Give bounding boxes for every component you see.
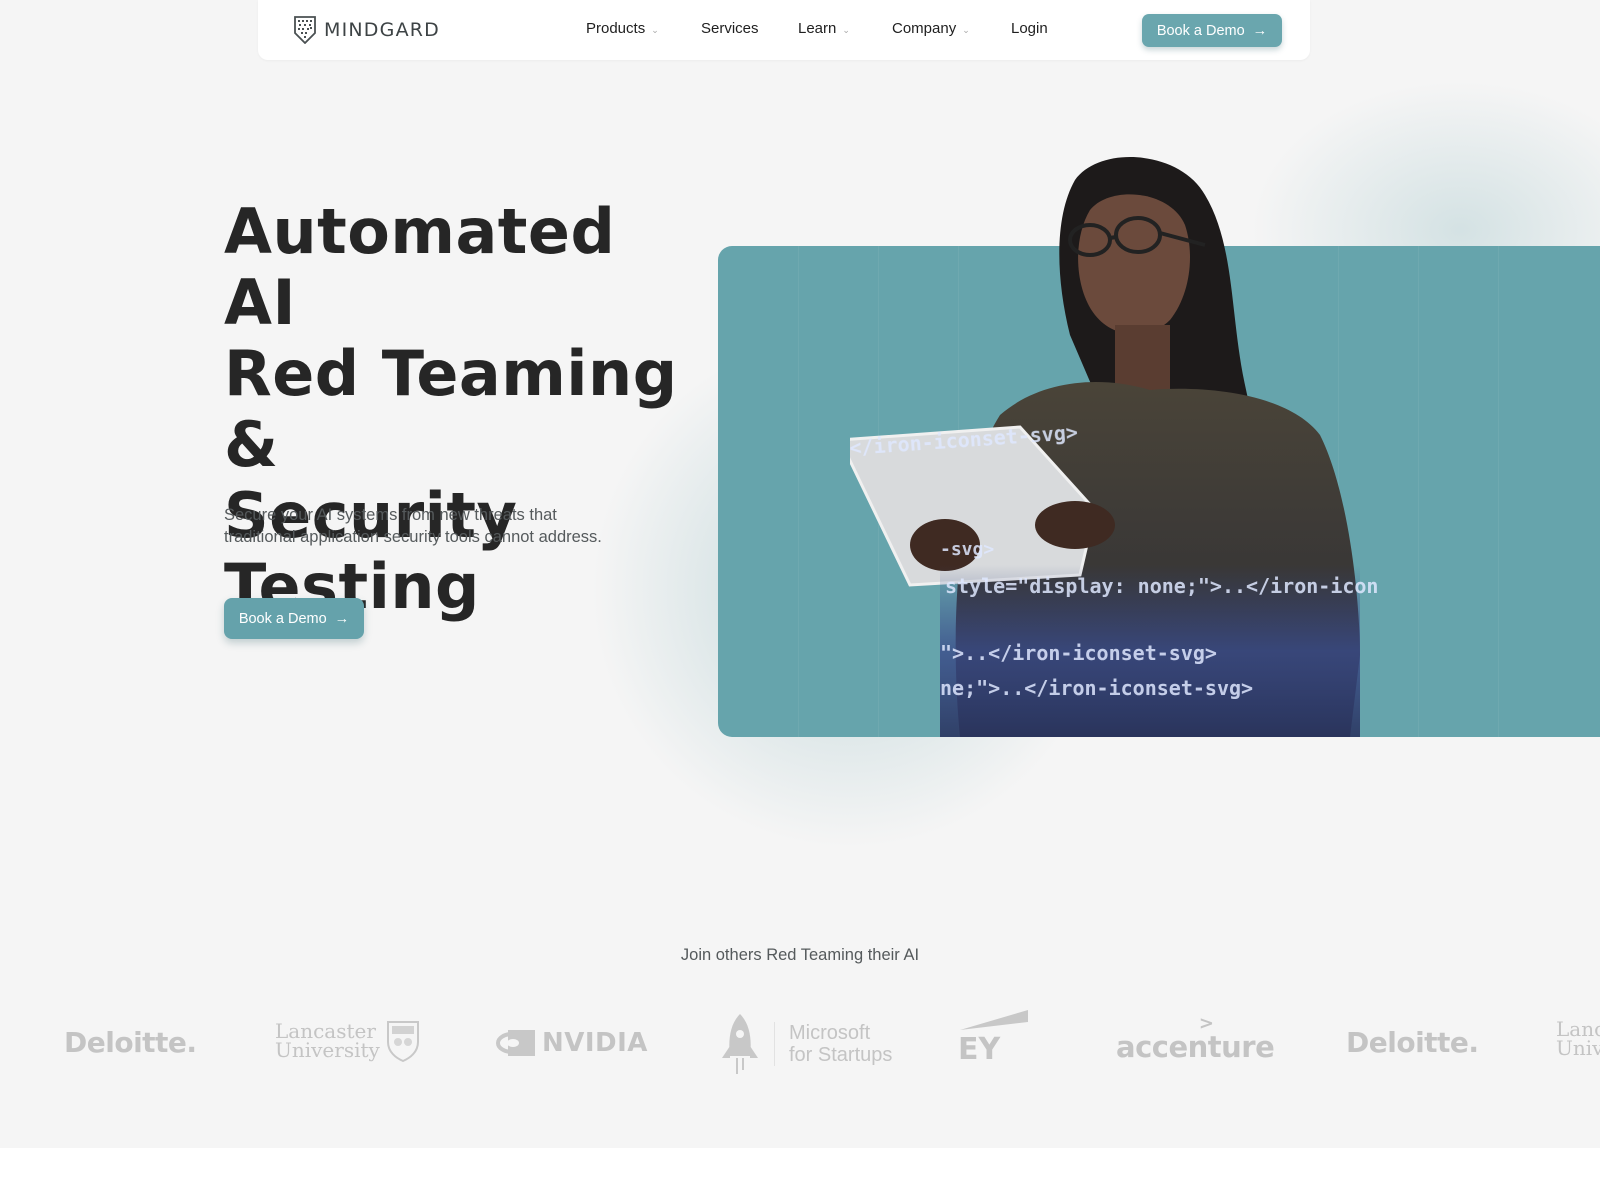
nav-item-products[interactable]: Products ⌄ (586, 20, 659, 37)
rocket-icon (722, 1014, 758, 1074)
code-overlay-line: ne;">..</iron-iconset-svg> (940, 676, 1253, 700)
logo-text: Univ (1556, 1036, 1600, 1060)
code-overlay-line: style="display: none;">..</iron-icon (945, 574, 1378, 598)
logo-text: EY (958, 1032, 1001, 1067)
arrow-right-icon: → (1252, 22, 1268, 39)
ey-logo: EY (958, 1008, 1030, 1067)
logo-text: Deloitte. (64, 1026, 197, 1059)
book-demo-hero-button[interactable]: Book a Demo → (224, 598, 364, 639)
lancaster-university-logo: Lanc Univ (1556, 1019, 1600, 1060)
deloitte-logo: Deloitte. (64, 1026, 197, 1059)
button-label: Book a Demo (238, 610, 327, 627)
chevron-down-icon: ⌄ (962, 25, 970, 35)
clients-label: Join others Red Teaming their AI (680, 946, 920, 964)
nav-item-label: Products (586, 20, 646, 37)
hero-subtitle-line: Secure your AI systems from new threats … (224, 506, 557, 524)
microsoft-for-startups-logo: Microsoft for Startups (720, 1012, 892, 1076)
nav-item-label: Services (701, 20, 759, 37)
hero-title-line: Automated AI (224, 195, 616, 339)
accenture-logo: > accenture (1116, 1013, 1275, 1065)
hero-person-image: </iron-iconset-svg> -svg> style="display… (850, 157, 1378, 737)
logo-text: for Startups (789, 1044, 893, 1066)
deloitte-logo: Deloitte. (1346, 1026, 1479, 1059)
logo-text: accenture (1116, 1030, 1275, 1064)
nav-item-label: Login (1011, 20, 1048, 37)
code-overlay-line: ">..</iron-iconset-svg> (940, 641, 1217, 665)
crest-icon (386, 1021, 419, 1062)
top-navigation: MINDGARD Products ⌄ Services Learn ⌄ Com… (258, 0, 1310, 60)
arrow-right-icon: → (334, 610, 350, 627)
accenture-chevron-icon: > (1198, 1013, 1214, 1034)
client-logos-strip: Deloitte. Lancaster University NVIDIA Mi… (0, 1010, 1600, 1100)
chevron-down-icon: ⌄ (651, 25, 659, 35)
ey-beam-icon (960, 1010, 1028, 1030)
nav-item-login[interactable]: Login (1011, 20, 1048, 37)
nav-item-label: Learn (798, 20, 837, 37)
logo-text: NVIDIA (542, 1028, 648, 1058)
logo-text: Deloitte. (1346, 1026, 1479, 1059)
nvidia-logo: NVIDIA (496, 1028, 648, 1058)
hero-subtitle: Secure your AI systems from new threats … (224, 504, 644, 548)
nav-item-services[interactable]: Services (701, 20, 759, 37)
chevron-down-icon: ⌄ (842, 25, 850, 35)
nav-item-company[interactable]: Company ⌄ (892, 20, 970, 37)
logo-text: University (275, 1038, 380, 1062)
hero-title: Automated AI Red Teaming & Security Test… (224, 196, 684, 622)
face-shape (1078, 194, 1190, 335)
logo-text: Microsoft (789, 1022, 871, 1044)
nav-item-learn[interactable]: Learn ⌄ (798, 20, 850, 37)
hero-subtitle-line: traditional application security tools c… (224, 528, 602, 546)
lancaster-university-logo: Lancaster University (275, 1020, 420, 1062)
button-label: Book a Demo (1156, 22, 1245, 39)
book-demo-nav-button[interactable]: Book a Demo → (1142, 14, 1282, 47)
nvidia-eye-icon (496, 1030, 535, 1056)
nav-item-label: Company (892, 20, 957, 37)
hero-title-line: Red Teaming & (224, 337, 678, 481)
code-overlay-line: -svg> (940, 539, 994, 560)
